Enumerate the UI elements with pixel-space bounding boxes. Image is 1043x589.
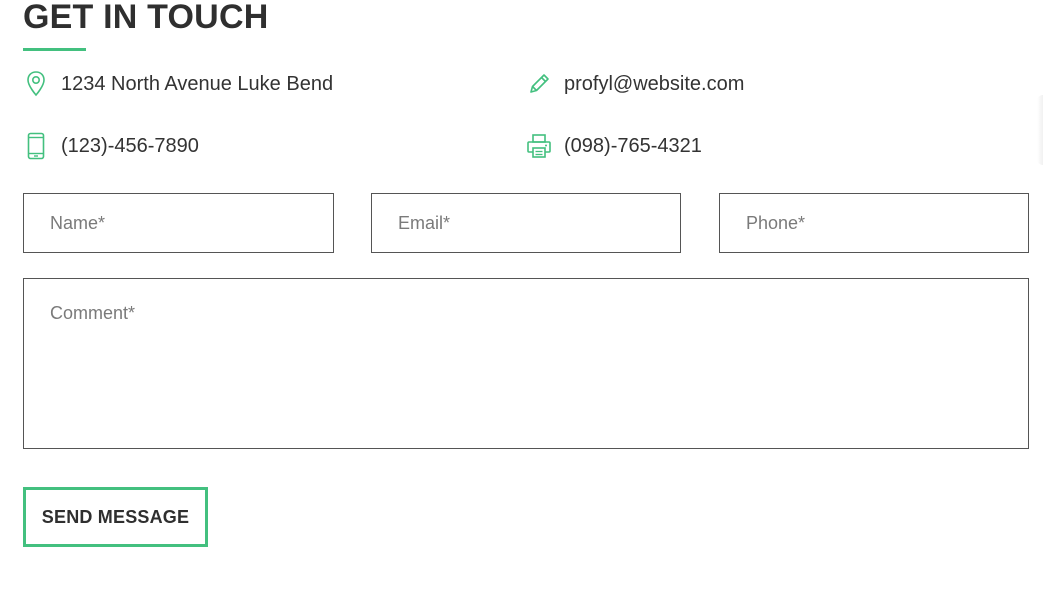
name-input[interactable] bbox=[23, 193, 334, 253]
title-underline bbox=[23, 48, 86, 51]
send-message-button[interactable]: SEND MESSAGE bbox=[23, 487, 208, 547]
fax-text: (098)-765-4321 bbox=[564, 134, 702, 157]
contact-fax: (098)-765-4321 bbox=[526, 131, 702, 161]
comment-textarea[interactable] bbox=[23, 278, 1029, 449]
email-input[interactable] bbox=[371, 193, 681, 253]
printer-icon bbox=[526, 131, 552, 161]
contact-email: profyl@website.com bbox=[526, 69, 744, 99]
map-pin-icon bbox=[23, 69, 49, 99]
contact-section: GET IN TOUCH 1234 North Avenue Luke Bend… bbox=[0, 0, 1043, 589]
email-text: profyl@website.com bbox=[564, 72, 745, 95]
contact-address: 1234 North Avenue Luke Bend bbox=[23, 69, 333, 99]
side-edge-shadow bbox=[1037, 95, 1043, 165]
address-text: 1234 North Avenue Luke Bend bbox=[61, 72, 334, 95]
pencil-icon bbox=[526, 69, 552, 99]
phone-text: (123)-456-7890 bbox=[61, 134, 199, 157]
contact-phone: (123)-456-7890 bbox=[23, 131, 199, 161]
phone-input[interactable] bbox=[719, 193, 1029, 253]
section-title: GET IN TOUCH bbox=[23, 0, 269, 36]
mobile-phone-icon bbox=[23, 131, 49, 161]
